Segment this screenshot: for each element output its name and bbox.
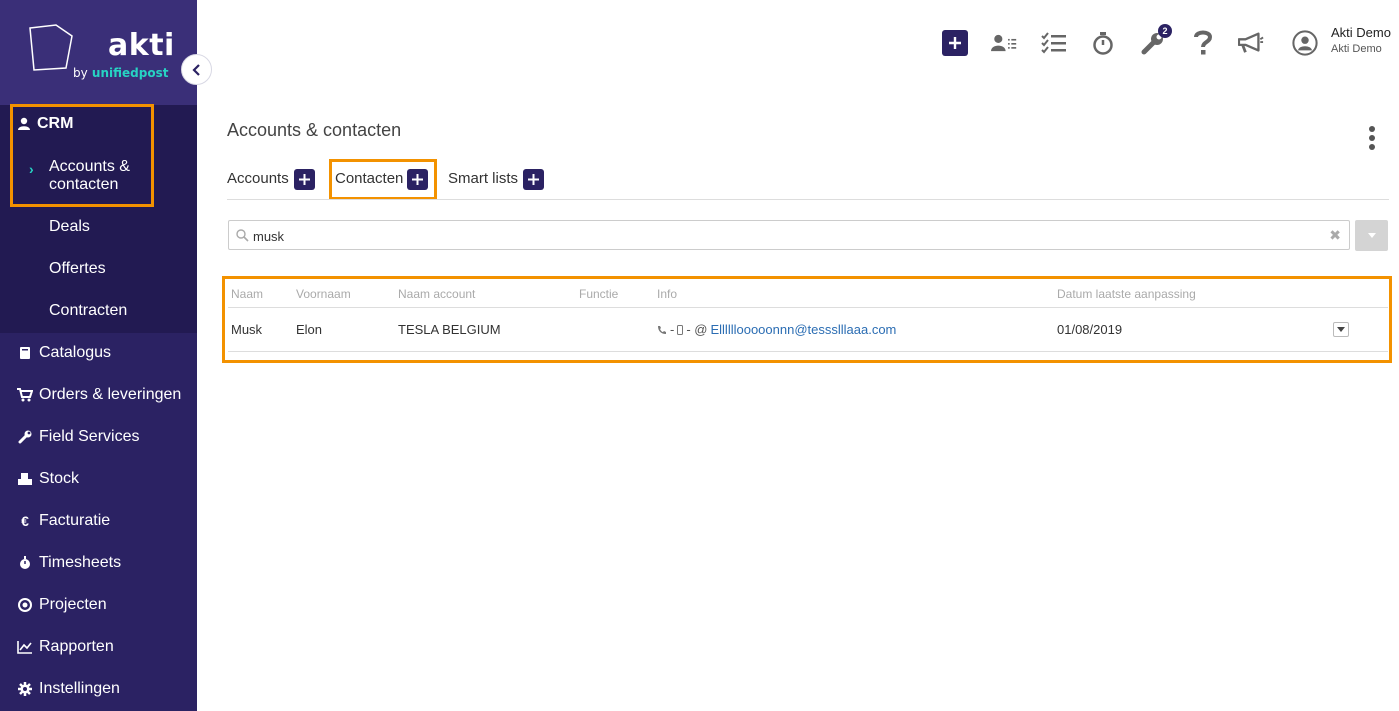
user-circle-icon: [1292, 30, 1318, 56]
contacten-highlight-box: [329, 159, 437, 200]
sidebar-item-rapporten[interactable]: Rapporten: [0, 626, 197, 668]
user-name[interactable]: Akti Demo: [1331, 25, 1391, 40]
sidebar-item-contracten[interactable]: Contracten: [49, 302, 127, 320]
sidebar-item-timesheets[interactable]: Timesheets: [0, 542, 197, 584]
tab-accounts[interactable]: Accounts: [227, 170, 289, 187]
logo-area: akti by unifiedpost: [0, 0, 197, 105]
more-options-button[interactable]: [1368, 126, 1376, 150]
announcements-button[interactable]: [1238, 30, 1264, 56]
search-options-dropdown[interactable]: [1355, 220, 1388, 251]
tools-badge: 2: [1158, 24, 1172, 38]
crm-highlight-box: [10, 104, 154, 207]
sidebar-item-orders[interactable]: Orders & leveringen: [0, 374, 197, 416]
stopwatch-icon: [1093, 32, 1113, 55]
add-smart-list-button[interactable]: [523, 169, 544, 190]
quick-add-button[interactable]: [942, 30, 968, 56]
sidebar-item-catalogus[interactable]: Catalogus: [0, 332, 197, 374]
user-company: Akti Demo: [1331, 43, 1382, 55]
tasks-button[interactable]: [1041, 30, 1067, 56]
euro-icon: €: [21, 513, 29, 529]
tabs-divider: [227, 199, 1389, 200]
plus-icon: [299, 174, 310, 185]
question-icon: [1194, 30, 1213, 55]
brand-sub: by unifiedpost: [73, 66, 169, 80]
sidebar-item-instellingen[interactable]: Instellingen: [0, 668, 197, 710]
akti-logo-icon: [29, 24, 73, 71]
search-input[interactable]: [253, 226, 1313, 246]
chevron-left-icon: [191, 63, 200, 76]
sidebar-item-offertes[interactable]: Offertes: [49, 260, 106, 278]
chart-icon: [17, 639, 33, 655]
stopwatch-icon: [17, 555, 33, 571]
add-account-button[interactable]: [294, 169, 315, 190]
timer-button[interactable]: [1090, 30, 1116, 56]
sidebar-item-facturatie[interactable]: € Facturatie: [0, 500, 197, 542]
book-icon: [17, 345, 33, 361]
target-icon: [17, 597, 33, 613]
plus-icon: [528, 174, 539, 185]
clear-search-icon[interactable]: ✖: [1329, 228, 1341, 242]
caret-down-icon: [1367, 233, 1376, 238]
tab-smart-lists[interactable]: Smart lists: [448, 170, 518, 187]
page-title: Accounts & contacten: [227, 120, 402, 140]
contacts-list-icon: [991, 34, 1017, 52]
results-highlight-box: [222, 276, 1392, 363]
help-button[interactable]: [1190, 30, 1216, 56]
search-field[interactable]: ✖: [228, 220, 1350, 250]
sidebar-item-stock[interactable]: Stock: [0, 458, 197, 500]
collapse-sidebar-button[interactable]: [181, 54, 212, 85]
sidebar-item-deals[interactable]: Deals: [49, 218, 90, 236]
plus-icon: [949, 37, 961, 49]
contacts-list-button[interactable]: [991, 30, 1017, 56]
brand-name: akti: [108, 28, 175, 63]
user-avatar[interactable]: [1292, 30, 1318, 56]
sidebar-item-projecten[interactable]: Projecten: [0, 584, 197, 626]
cubes-icon: [17, 471, 33, 487]
checklist-icon: [1041, 32, 1066, 54]
search-icon: [236, 229, 249, 242]
kebab-menu-icon: [1369, 126, 1375, 150]
megaphone-icon: [1238, 32, 1264, 53]
wrench-icon: [17, 429, 33, 445]
gear-icon: [17, 681, 33, 697]
cart-icon: [17, 387, 33, 403]
sidebar-item-field-services[interactable]: Field Services: [0, 416, 197, 458]
